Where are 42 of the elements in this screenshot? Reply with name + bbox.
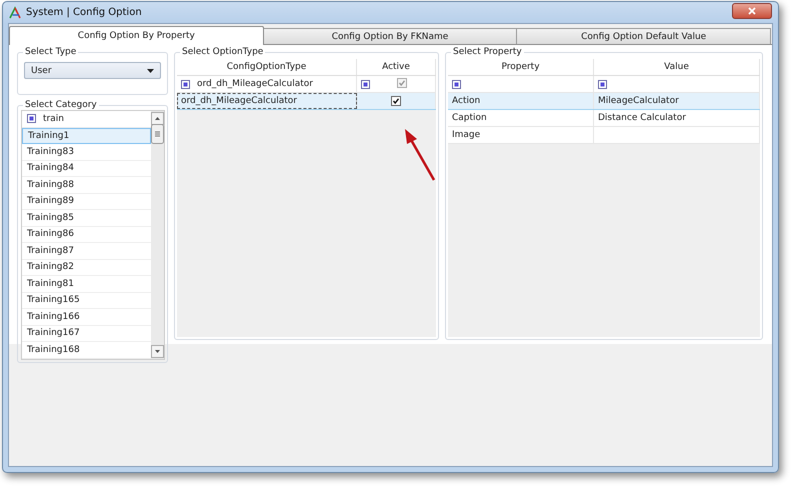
checkbox[interactable] bbox=[397, 78, 407, 88]
filter-text[interactable]: train bbox=[43, 114, 64, 124]
filter-icon[interactable] bbox=[361, 80, 370, 88]
type-dropdown[interactable]: User bbox=[24, 62, 161, 79]
grid-row[interactable]: Image bbox=[448, 127, 760, 144]
grid-row[interactable]: Caption Distance Calculator bbox=[448, 110, 760, 127]
grid-row[interactable]: ord_dh_MileageCalculator bbox=[177, 93, 436, 110]
table-cell: Distance Calculator bbox=[594, 110, 760, 126]
checkbox[interactable] bbox=[391, 96, 401, 106]
scroll-thumb[interactable] bbox=[151, 124, 164, 144]
group-label: Select Property bbox=[451, 47, 524, 57]
grid-row[interactable]: Action MileageCalculator bbox=[448, 93, 760, 110]
table-cell: MileageCalculator bbox=[594, 93, 760, 109]
filter-icon[interactable] bbox=[452, 80, 461, 88]
group-label: Select Category bbox=[23, 100, 99, 110]
app-logo-icon bbox=[9, 6, 22, 19]
column-header[interactable]: ConfigOptionType bbox=[177, 59, 357, 75]
filter-text[interactable]: ord_dh_MileageCalculator bbox=[197, 79, 313, 89]
group-label: Select Type bbox=[23, 47, 78, 57]
window-title: System | Config Option bbox=[26, 7, 142, 18]
column-header[interactable]: Property bbox=[448, 59, 594, 75]
column-header[interactable]: Value bbox=[594, 59, 760, 75]
column-header[interactable]: Active bbox=[357, 59, 436, 75]
list-item[interactable]: Training1 bbox=[22, 128, 151, 144]
table-cell: Image bbox=[448, 127, 594, 143]
close-icon bbox=[748, 6, 756, 14]
filter-icon[interactable] bbox=[27, 114, 36, 124]
annotation-arrow bbox=[403, 128, 437, 182]
scrollbar[interactable] bbox=[151, 111, 164, 358]
tab[interactable]: Config Option Default Value bbox=[516, 28, 772, 44]
scroll-down-icon[interactable] bbox=[151, 344, 164, 358]
table-cell: Action bbox=[448, 93, 594, 109]
scroll-up-icon[interactable] bbox=[151, 112, 164, 125]
filter-icon[interactable] bbox=[181, 80, 190, 88]
tab[interactable]: Config Option By Property bbox=[9, 26, 264, 45]
filter-icon[interactable] bbox=[598, 80, 607, 88]
dropdown-arrow-icon bbox=[147, 68, 154, 72]
group-label: Select OptionType bbox=[180, 47, 266, 57]
table-cell: Caption bbox=[448, 110, 594, 126]
table-cell: ord_dh_MileageCalculator bbox=[177, 93, 357, 109]
tab[interactable]: Config Option By FKName bbox=[262, 28, 518, 44]
close-button[interactable] bbox=[732, 2, 772, 18]
